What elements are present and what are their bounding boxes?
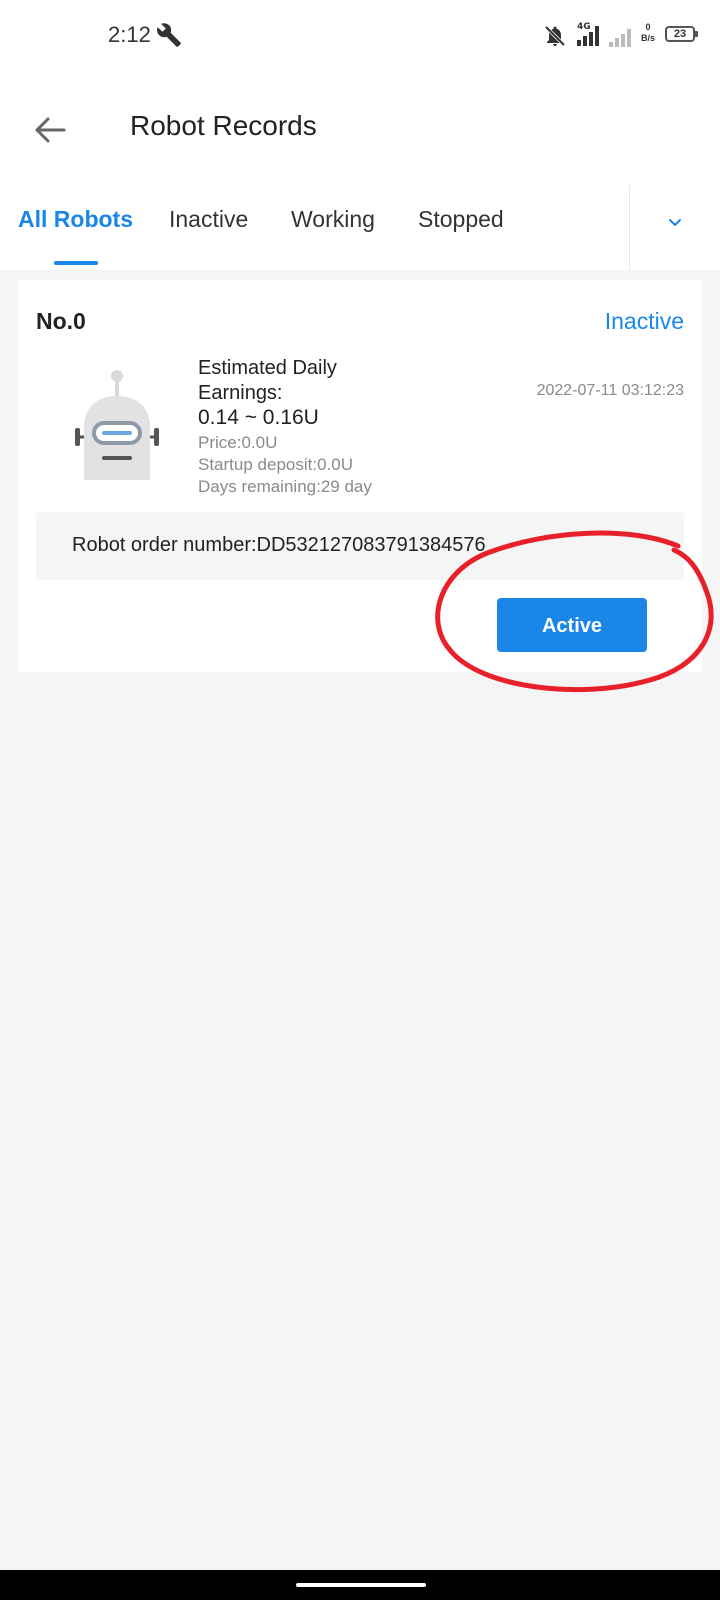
- tab-active-indicator: [54, 261, 98, 265]
- price-text: Price:0.0U: [198, 433, 278, 452]
- page-title: Robot Records: [130, 110, 317, 141]
- signal-secondary-icon: [609, 29, 631, 47]
- order-number-box: Robot order number:DD532127083791384576: [36, 512, 684, 580]
- order-number: Robot order number:DD532127083791384576: [72, 534, 486, 556]
- tab-stopped[interactable]: Stopped: [418, 206, 504, 233]
- tab-working[interactable]: Working: [291, 206, 375, 233]
- robot-icon: [75, 370, 159, 480]
- network-type-label: 4G: [577, 22, 591, 32]
- status-time: 2:12: [108, 22, 151, 47]
- robot-number: No.0: [36, 308, 86, 334]
- wrench-icon: [157, 23, 181, 47]
- chevron-down-icon[interactable]: [665, 215, 685, 231]
- net-speed-value: 0: [645, 22, 651, 32]
- record-date: 2022-07-11 03:12:23: [536, 382, 684, 399]
- earnings-value: 0.14 ~ 0.16U: [198, 406, 319, 429]
- status-bar: 2:12 4G 0 B/s 23: [0, 0, 720, 72]
- tab-inactive[interactable]: Inactive: [169, 206, 248, 233]
- battery-level: 23: [673, 28, 687, 40]
- battery-icon: 23: [665, 26, 698, 42]
- system-nav-bar: [0, 1570, 720, 1600]
- robot-record-card: No.0 Inactive Estimated Daily Earnings: …: [18, 280, 702, 672]
- tab-all-robots[interactable]: All Robots: [18, 206, 133, 233]
- signal-icon: 4G: [577, 22, 599, 46]
- home-indicator[interactable]: [296, 1583, 426, 1587]
- net-speed: 0 B/s: [636, 22, 660, 44]
- robot-status: Inactive: [604, 308, 684, 334]
- active-button[interactable]: Active: [497, 598, 647, 652]
- bell-off-icon: [544, 25, 566, 47]
- earnings-label: Estimated Daily Earnings:: [198, 357, 337, 404]
- back-arrow-icon[interactable]: [30, 110, 70, 150]
- tab-divider: [629, 185, 630, 271]
- net-speed-unit: B/s: [640, 33, 655, 43]
- startup-deposit-text: Startup deposit:0.0U: [198, 455, 353, 474]
- days-remaining-text: Days remaining:29 day: [198, 477, 372, 496]
